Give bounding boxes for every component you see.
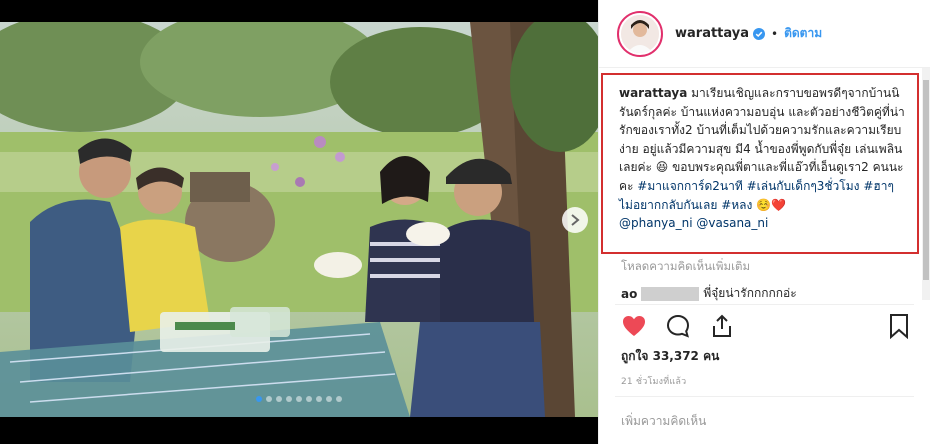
divider: [615, 304, 914, 305]
caption-username[interactable]: warattaya: [619, 86, 687, 100]
comment-username[interactable]: ao: [621, 287, 637, 301]
carousel-dot: [306, 396, 312, 402]
caption-highlight: warattaya มาเรียนเชิญและกราบขอพรดีๆจากบ้…: [601, 73, 919, 254]
bookmark-icon[interactable]: [888, 313, 910, 339]
heart-icon[interactable]: [621, 313, 647, 339]
comment-text: พี่จุ๋ยน่ารักกกกกอ่ะ: [703, 286, 797, 300]
post-photo[interactable]: [0, 0, 598, 444]
chevron-right-icon: [571, 214, 580, 226]
carousel-dot: [256, 396, 262, 402]
action-bar: [621, 313, 735, 339]
carousel-dot: [316, 396, 322, 402]
carousel-indicator: [0, 396, 598, 402]
avatar[interactable]: [617, 10, 663, 57]
caption-text: มาเรียนเชิญและกราบขอพรดีๆจากบ้านนิรันดร์…: [619, 86, 905, 193]
caption-mentions[interactable]: @phanya_ni @vasana_ni: [619, 216, 768, 230]
redacted-username: [641, 286, 700, 301]
comments-scrollbar[interactable]: [922, 68, 930, 300]
share-icon[interactable]: [709, 313, 735, 339]
carousel-dot: [336, 396, 342, 402]
photo-image: [0, 22, 598, 417]
comment-item: ao พี่จุ๋ยน่ารักกกกกอ่ะ: [621, 284, 797, 303]
comment-icon[interactable]: [665, 313, 691, 339]
post-username[interactable]: warattaya: [675, 26, 749, 41]
next-slide-button[interactable]: [562, 207, 588, 233]
divider: [615, 396, 914, 397]
scrollbar-thumb[interactable]: [923, 80, 929, 280]
header-separator: •: [771, 26, 779, 41]
carousel-dot: [266, 396, 272, 402]
verified-badge-icon: [753, 27, 766, 40]
caption-emoji: ☺️❤️: [752, 197, 787, 212]
post-header: warattaya • ติดตาม: [599, 0, 930, 68]
carousel-dot: [326, 396, 332, 402]
like-count[interactable]: ถูกใจ 33,372 คน: [621, 347, 719, 366]
carousel-dot: [286, 396, 292, 402]
add-comment-input[interactable]: เพิ่มความคิดเห็น: [621, 412, 706, 431]
carousel-dot: [276, 396, 282, 402]
carousel-dot: [296, 396, 302, 402]
post-sidebar: warattaya • ติดตาม warattaya มาเรียนเชิญ…: [598, 0, 930, 444]
load-more-comments[interactable]: โหลดความคิดเห็นเพิ่มเติม: [621, 258, 750, 276]
follow-button[interactable]: ติดตาม: [784, 24, 822, 43]
post-timestamp[interactable]: 21 ชั่วโมงที่แล้ว: [621, 374, 686, 388]
avatar-image: [621, 14, 659, 53]
